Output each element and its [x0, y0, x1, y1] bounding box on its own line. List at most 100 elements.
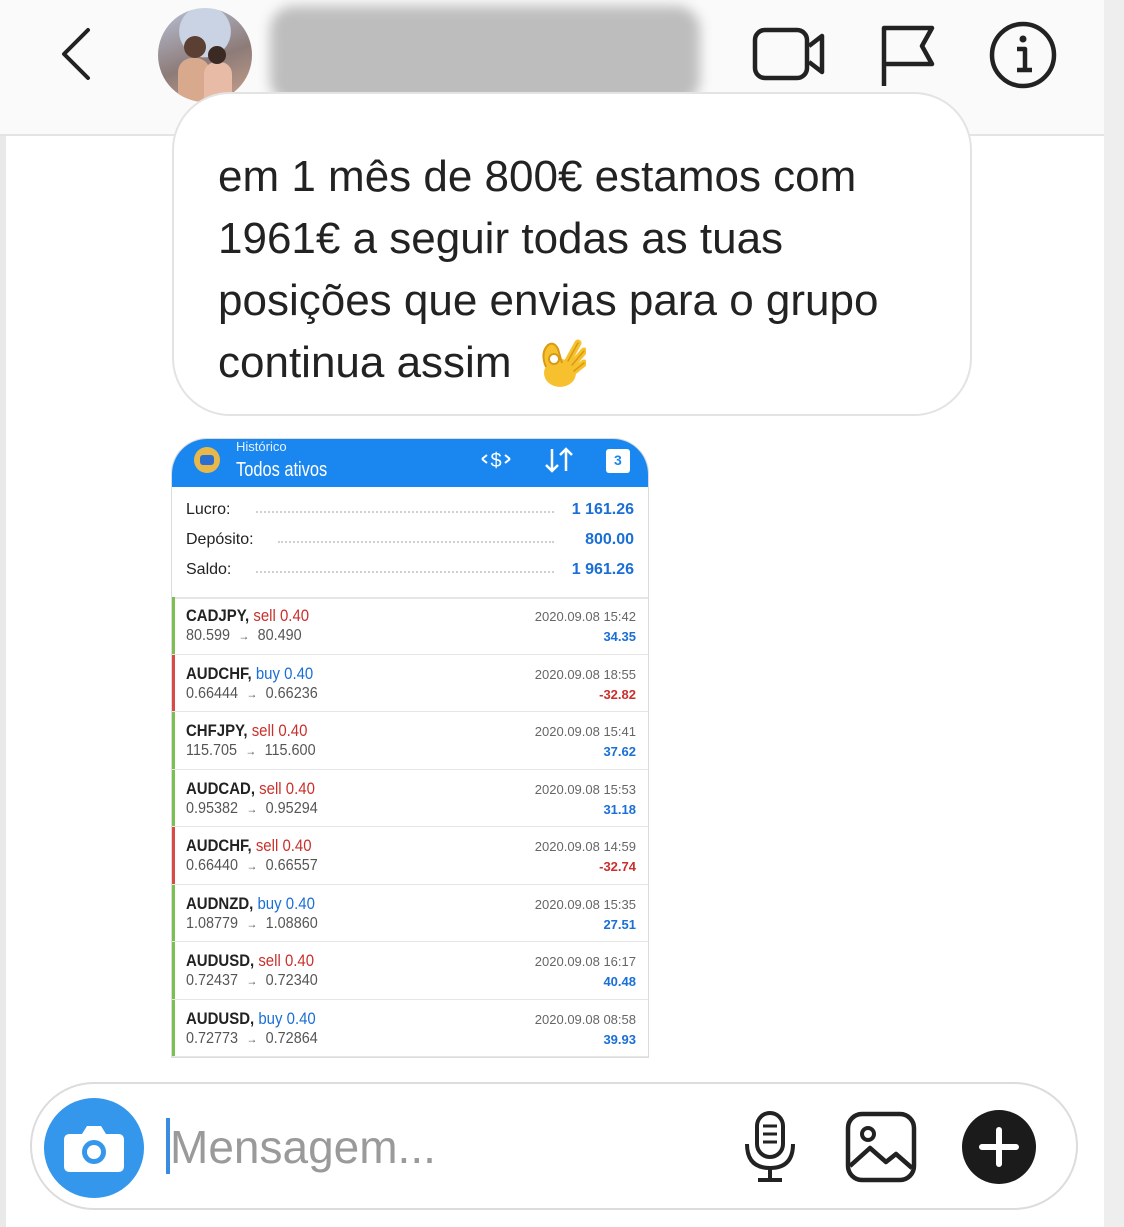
history-label: Histórico: [236, 439, 287, 454]
trade-lot: 0.40: [279, 606, 310, 625]
trade-prices: 115.705 → 115.600: [186, 742, 316, 760]
message-bubble[interactable]: em 1 mês de 800€ estamos com 1961€ a seg…: [172, 92, 972, 416]
trading-app-header: Histórico Todos ativos $ 3: [172, 439, 648, 487]
shared-trading-screenshot[interactable]: Histórico Todos ativos $ 3 Lucro: 1 161.…: [171, 438, 649, 1058]
app-logo-icon: [194, 447, 220, 473]
trade-profit: 37.62: [603, 744, 636, 759]
microphone-icon[interactable]: [742, 1110, 798, 1184]
camera-button[interactable]: [44, 1098, 144, 1198]
trade-open-price: 0.66444: [186, 684, 239, 702]
trade-close-price: 80.490: [257, 627, 302, 644]
flag-icon[interactable]: [878, 22, 938, 88]
arrow-right-icon: →: [243, 974, 261, 988]
summary-row-balance: Saldo: 1 961.26: [186, 557, 634, 587]
trade-date: 2020.09.08 15:53: [534, 781, 636, 797]
summary-label: Depósito:: [186, 531, 258, 549]
arrow-right-icon: →: [243, 686, 261, 701]
trade-side: sell: [253, 606, 276, 625]
trade-profit: 27.51: [603, 916, 636, 932]
trade-lot: 0.40: [284, 663, 314, 683]
summary-row-profit: Lucro: 1 161.26: [186, 497, 634, 527]
trade-profit: 39.93: [603, 1031, 636, 1047]
trade-side: buy: [255, 663, 280, 683]
arrow-right-icon: →: [235, 629, 253, 643]
trade-lot: 0.40: [285, 778, 315, 798]
trade-side: buy: [258, 1008, 283, 1028]
trade-row[interactable]: AUDUSD, buy 0.40 0.72773 → 0.72864 2020.09…: [172, 999, 648, 1057]
trade-profit: 34.35: [603, 629, 636, 644]
message-input[interactable]: [170, 1112, 710, 1182]
trade-close-price: 1.08860: [265, 914, 318, 932]
right-edge: [1104, 0, 1124, 1227]
info-icon[interactable]: [988, 20, 1058, 90]
trade-profit: -32.74: [599, 859, 636, 874]
summary-value: 1 161.26: [567, 501, 634, 519]
trade-status-bar: [172, 827, 175, 884]
trade-open-price: 80.599: [186, 627, 231, 644]
trade-status-bar: [172, 999, 175, 1056]
trade-lot: 0.40: [282, 836, 312, 855]
arrow-right-icon: →: [243, 1031, 261, 1046]
trade-history-list: CADJPY, sell 0.40 80.599 → 80.490 2020.09.…: [172, 597, 648, 1057]
trade-status-bar: [172, 884, 175, 941]
video-call-icon[interactable]: [752, 24, 826, 84]
trade-close-price: 0.95294: [265, 799, 318, 817]
contact-name-blurred[interactable]: [270, 6, 700, 104]
trade-row[interactable]: AUDCHF, buy 0.40 0.66444 → 0.66236 2020.09…: [172, 654, 648, 712]
trade-lot: 0.40: [284, 951, 315, 970]
trade-title: CADJPY, sell 0.40: [186, 606, 309, 626]
trade-title: AUDCHF, sell 0.40: [186, 836, 312, 856]
arrow-right-icon: →: [243, 801, 261, 816]
trade-date: 2020.09.08 15:42: [534, 609, 636, 624]
trade-close-price: 0.72864: [265, 1029, 318, 1047]
trade-side: sell: [258, 951, 281, 970]
summary-label: Saldo:: [186, 561, 236, 579]
left-edge: [0, 0, 6, 1227]
trade-symbol: AUDCHF,: [186, 663, 252, 683]
currency-icon: $: [481, 450, 511, 472]
trade-title: AUDCAD, sell 0.40: [186, 779, 315, 799]
trade-title: CHFJPY, sell 0.40: [186, 721, 307, 741]
account-summary: Lucro: 1 161.26 Depósito: 800.00 Saldo: …: [172, 489, 648, 599]
trade-symbol: CHFJPY,: [186, 721, 248, 740]
trade-row[interactable]: AUDCHF, sell 0.40 0.66440 → 0.66557 2020.0…: [172, 827, 648, 885]
trade-prices: 80.599 → 80.490: [186, 627, 302, 645]
summary-row-deposit: Depósito: 800.00: [186, 527, 634, 557]
message-text: em 1 mês de 800€ estamos com 1961€ a seg…: [218, 146, 958, 394]
trade-prices: 1.08779 → 1.08860: [186, 915, 318, 933]
summary-label: Lucro:: [186, 501, 235, 519]
trade-close-price: 0.66557: [265, 857, 318, 874]
avatar[interactable]: [158, 8, 252, 102]
trade-row[interactable]: AUDUSD, sell 0.40 0.72437 → 0.72340 2020.0…: [172, 942, 648, 1000]
trade-row[interactable]: AUDCAD, sell 0.40 0.95382 → 0.95294 2020.0…: [172, 769, 648, 827]
trade-side: sell: [255, 836, 279, 855]
plus-icon: [979, 1127, 1019, 1167]
trade-title: AUDNZD, buy 0.40: [186, 894, 315, 914]
trade-lot: 0.40: [285, 893, 315, 913]
trade-date: 2020.09.08 14:59: [534, 839, 636, 854]
trade-symbol: AUDNZD,: [186, 893, 254, 913]
trade-prices: 0.95382 → 0.95294: [186, 800, 318, 818]
trade-close-price: 0.66236: [265, 684, 318, 702]
trade-open-price: 0.66440: [186, 857, 239, 874]
trade-profit: 31.18: [603, 801, 636, 817]
trade-symbol: CADJPY,: [186, 606, 250, 625]
trade-date: 2020.09.08 15:35: [534, 896, 636, 912]
trade-symbol: AUDUSD,: [186, 1008, 255, 1028]
all-assets-title: Todos ativos: [236, 459, 328, 481]
plus-button[interactable]: [962, 1110, 1036, 1184]
chevron-left-icon[interactable]: [58, 26, 98, 82]
ok-hand-emoji: [542, 339, 586, 387]
trade-prices: 0.66440 → 0.66557: [186, 857, 318, 875]
trade-row[interactable]: CADJPY, sell 0.40 80.599 → 80.490 2020.09.…: [172, 597, 648, 655]
trade-side: buy: [257, 893, 282, 913]
trade-side: sell: [251, 721, 275, 740]
trade-row[interactable]: CHFJPY, sell 0.40 115.705 → 115.600 2020.0…: [172, 712, 648, 770]
arrow-right-icon: →: [243, 916, 261, 931]
gallery-icon[interactable]: [844, 1110, 918, 1184]
trade-open-price: 115.705: [186, 742, 237, 759]
chat-screen: em 1 mês de 800€ estamos com 1961€ a seg…: [0, 0, 1124, 1227]
trade-status-bar: [172, 769, 175, 826]
trade-close-price: 115.600: [264, 742, 316, 759]
trade-row[interactable]: AUDNZD, buy 0.40 1.08779 → 1.08860 2020.09…: [172, 884, 648, 942]
